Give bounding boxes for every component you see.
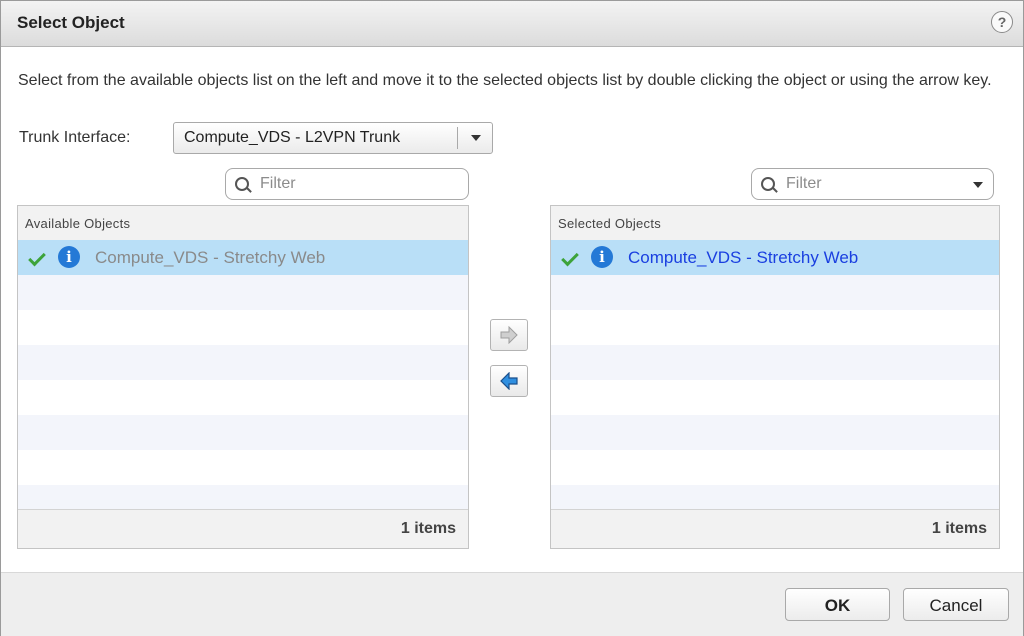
available-objects-title: Available Objects bbox=[25, 216, 131, 231]
cancel-button[interactable]: Cancel bbox=[903, 588, 1009, 621]
available-filter[interactable] bbox=[225, 168, 469, 200]
available-objects-footer: 1 items bbox=[18, 509, 468, 548]
empty-row bbox=[551, 485, 999, 511]
trunk-interface-value: Compute_VDS - L2VPN Trunk bbox=[184, 129, 401, 146]
empty-row bbox=[18, 380, 468, 415]
dropdown-separator bbox=[457, 127, 458, 149]
available-objects-header: Available Objects bbox=[18, 206, 468, 241]
dialog-titlebar: Select Object ? bbox=[1, 1, 1023, 47]
list-item[interactable]: i Compute_VDS - Stretchy Web bbox=[18, 240, 468, 275]
dialog-title: Select Object bbox=[17, 13, 125, 32]
info-icon: i bbox=[591, 246, 613, 268]
available-objects-panel: Available Objects i Compute_VDS - Stretc… bbox=[17, 205, 469, 549]
move-right-button[interactable] bbox=[490, 319, 528, 351]
empty-row bbox=[18, 415, 468, 450]
chevron-down-icon[interactable] bbox=[973, 182, 983, 188]
instructions-text: Select from the available objects list o… bbox=[18, 72, 992, 89]
empty-row bbox=[18, 345, 468, 380]
empty-row bbox=[18, 275, 468, 310]
check-icon bbox=[28, 248, 46, 267]
info-icon: i bbox=[58, 246, 80, 268]
item-count: 1 items bbox=[931, 520, 987, 537]
trunk-interface-dropdown[interactable]: Compute_VDS - L2VPN Trunk bbox=[173, 122, 493, 154]
arrow-right-icon bbox=[500, 326, 518, 344]
item-count: 1 items bbox=[400, 520, 456, 537]
help-icon[interactable]: ? bbox=[991, 11, 1013, 33]
chevron-down-icon[interactable] bbox=[471, 135, 481, 141]
empty-row bbox=[551, 275, 999, 310]
selected-filter[interactable] bbox=[751, 168, 994, 200]
ok-button[interactable]: OK bbox=[785, 588, 890, 621]
selected-objects-header: Selected Objects bbox=[551, 206, 999, 241]
list-item-label[interactable]: Compute_VDS - Stretchy Web bbox=[628, 248, 858, 268]
empty-row bbox=[18, 485, 468, 511]
empty-row bbox=[551, 450, 999, 485]
empty-row bbox=[551, 310, 999, 345]
empty-row bbox=[551, 380, 999, 415]
selected-objects-title: Selected Objects bbox=[558, 216, 662, 231]
empty-row bbox=[551, 345, 999, 380]
available-objects-list[interactable]: i Compute_VDS - Stretchy Web bbox=[18, 240, 468, 511]
check-icon bbox=[561, 248, 579, 267]
selected-objects-footer: 1 items bbox=[551, 509, 999, 548]
trunk-interface-label: Trunk Interface: bbox=[19, 129, 131, 146]
empty-row bbox=[18, 310, 468, 345]
selected-objects-list[interactable]: i Compute_VDS - Stretchy Web bbox=[551, 240, 999, 511]
search-icon bbox=[761, 177, 775, 191]
arrow-left-icon bbox=[500, 372, 518, 390]
select-object-dialog: Select Object ? Select from the availabl… bbox=[0, 0, 1024, 636]
selected-filter-input[interactable] bbox=[786, 175, 936, 193]
search-icon bbox=[235, 177, 249, 191]
empty-row bbox=[551, 415, 999, 450]
available-filter-input[interactable] bbox=[260, 175, 440, 193]
list-item[interactable]: i Compute_VDS - Stretchy Web bbox=[551, 240, 999, 275]
empty-row bbox=[18, 450, 468, 485]
move-left-button[interactable] bbox=[490, 365, 528, 397]
selected-objects-panel: Selected Objects i Compute_VDS - Stretch… bbox=[550, 205, 1000, 549]
list-item-label: Compute_VDS - Stretchy Web bbox=[95, 248, 326, 267]
